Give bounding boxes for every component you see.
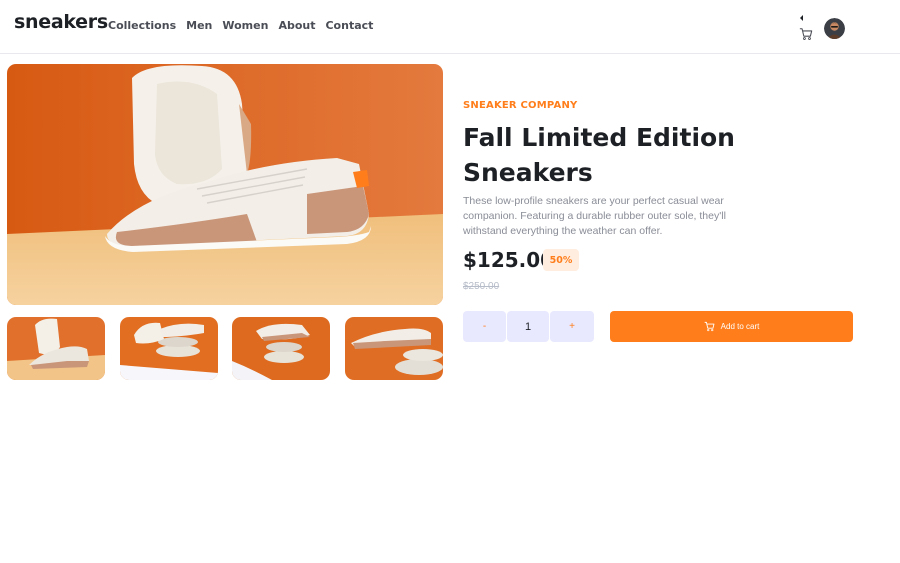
nav-collections[interactable]: Collections [108,19,176,32]
cart-indicator-icon [800,15,803,21]
product-description: These low-profile sneakers are your perf… [463,195,726,237]
main-product-image[interactable] [7,64,443,305]
thumbnail-3[interactable] [232,317,330,380]
thumbnail-2[interactable] [120,317,218,380]
quantity-increase-button[interactable]: + [550,311,594,342]
discount-badge: 50% [543,249,579,271]
main-nav: Collections Men Women About Contact [108,19,373,32]
nav-women[interactable]: Women [222,19,268,32]
avatar[interactable] [824,18,845,39]
logo[interactable]: sneakers [14,11,108,33]
current-price: $125.00 [463,248,555,272]
quantity-decrease-button[interactable]: - [463,311,506,342]
company-name: SNEAKER COMPANY [463,100,578,111]
thumbnail-1[interactable] [7,317,105,380]
nav-contact[interactable]: Contact [325,19,373,32]
product-title: Fall Limited Edition Sneakers [463,123,735,187]
cart-icon [704,321,715,332]
thumbnail-4[interactable] [345,317,443,380]
header: sneakers Collections Men Women About Con… [0,0,900,54]
add-to-cart-button[interactable]: Add to cart [610,311,853,342]
nav-about[interactable]: About [278,19,315,32]
quantity-value: 1 [507,311,549,342]
nav-men[interactable]: Men [186,19,212,32]
cart-icon[interactable] [799,27,813,41]
original-price: $250.00 [463,281,500,292]
add-to-cart-label: Add to cart [720,322,760,331]
